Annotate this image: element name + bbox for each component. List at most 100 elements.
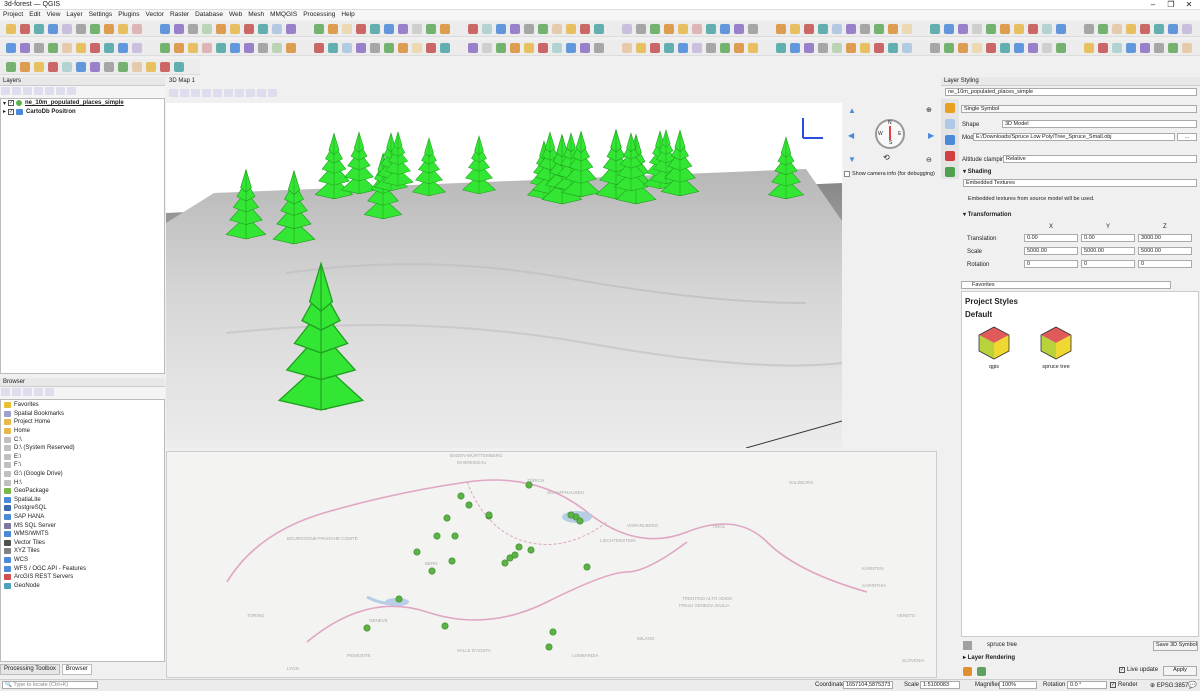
place-point[interactable] [443, 514, 451, 522]
select-icon[interactable] [552, 43, 562, 53]
pan-right-icon[interactable]: ▶ [928, 131, 934, 140]
place-point[interactable] [545, 643, 553, 651]
browser-item[interactable]: ArcGIS REST Servers [1, 573, 164, 582]
browser-item[interactable]: XYZ Tiles [1, 547, 164, 556]
place-point[interactable] [583, 563, 591, 571]
render-toggle[interactable]: ✓ Render [1110, 682, 1138, 688]
select-icon[interactable] [384, 24, 394, 34]
save-project-icon[interactable] [272, 24, 282, 34]
label-icon[interactable] [118, 43, 128, 53]
browser-item[interactable]: SAP HANA [1, 513, 164, 522]
symbology-tab-icon[interactable] [945, 103, 955, 113]
browser-item[interactable]: Spatial Bookmarks [1, 410, 164, 419]
plugin-icon[interactable] [1182, 24, 1192, 34]
new-project-icon[interactable] [6, 24, 16, 34]
place-point[interactable] [363, 624, 371, 632]
open-project-icon[interactable] [972, 24, 982, 34]
measure-icon[interactable] [776, 43, 786, 53]
place-point[interactable] [433, 532, 441, 540]
apply-button[interactable]: Apply [1163, 666, 1197, 676]
menu-item-edit[interactable]: Edit [26, 10, 43, 19]
minimize-button[interactable]: – [1144, 0, 1162, 10]
attribute-table-icon[interactable] [1112, 24, 1122, 34]
place-point[interactable] [465, 501, 473, 509]
select-icon[interactable] [1098, 24, 1108, 34]
place-point[interactable] [413, 548, 421, 556]
transform-input[interactable]: 5000.00 [1138, 247, 1192, 255]
zoom-out-icon[interactable] [174, 62, 184, 72]
layer-item[interactable]: ▸ ✓ CartoDb Positron [1, 108, 164, 117]
history-tab-icon[interactable] [945, 151, 955, 161]
open-project-icon[interactable] [426, 43, 436, 53]
pan-icon[interactable] [1000, 24, 1010, 34]
info-icon[interactable] [45, 388, 54, 396]
menu-item-mmqgis[interactable]: MMQGIS [267, 10, 300, 19]
layer-rendering-header[interactable]: ▸ Layer Rendering [963, 654, 1015, 661]
transform-input[interactable]: 5000.00 [1024, 247, 1078, 255]
open-project-icon[interactable] [734, 24, 744, 34]
plugin-icon[interactable] [398, 43, 408, 53]
menu-item-plugins[interactable]: Plugins [115, 10, 142, 19]
place-point[interactable] [457, 492, 465, 500]
digitize-icon[interactable] [440, 24, 450, 34]
python-icon[interactable] [384, 43, 394, 53]
save-project-icon[interactable] [132, 62, 142, 72]
identify-icon[interactable] [202, 89, 211, 97]
label-icon[interactable] [426, 24, 436, 34]
place-point[interactable] [451, 532, 459, 540]
plugin-icon[interactable] [944, 24, 954, 34]
save-project-icon[interactable] [440, 43, 450, 53]
zoom-out-icon[interactable] [482, 43, 492, 53]
zoom-out-icon[interactable] [314, 24, 324, 34]
place-point[interactable] [485, 511, 493, 519]
undo-icon[interactable] [963, 667, 972, 676]
attribute-table-icon[interactable] [1042, 43, 1052, 53]
layer-checkbox[interactable]: ✓ [8, 108, 15, 115]
plugin-icon[interactable] [230, 24, 240, 34]
zoom-in-icon[interactable] [62, 24, 72, 34]
model-path-input[interactable]: E:/Downloads/Spruce Low Poly/Tree_Spruce… [973, 133, 1175, 141]
zoom-out-icon[interactable] [244, 43, 254, 53]
refresh-icon[interactable] [748, 43, 758, 53]
zoom-in-icon[interactable] [160, 62, 170, 72]
new-project-icon[interactable] [1126, 43, 1136, 53]
statistics-icon[interactable] [1126, 24, 1136, 34]
measure-icon[interactable] [213, 89, 222, 97]
tilt-up-icon[interactable]: ▲ [848, 106, 856, 115]
select-icon[interactable] [314, 43, 324, 53]
zoom-out-icon[interactable] [958, 43, 968, 53]
transform-input[interactable]: 5000.00 [1081, 247, 1135, 255]
select-icon[interactable] [790, 43, 800, 53]
camera-info-row[interactable]: Show camera info (for debugging) [844, 171, 935, 177]
zoom-full-icon[interactable] [972, 43, 982, 53]
rotate-icon[interactable]: ⟲ [883, 153, 890, 162]
label-icon[interactable] [188, 24, 198, 34]
label-icon[interactable] [48, 62, 58, 72]
zoom-full-icon[interactable] [20, 43, 30, 53]
new-project-icon[interactable] [958, 24, 968, 34]
plugin-icon[interactable] [90, 62, 100, 72]
zoom-out-icon[interactable] [552, 24, 562, 34]
browser-item[interactable]: WMS/WMTS [1, 530, 164, 539]
save-project-icon[interactable] [202, 43, 212, 53]
browser-item[interactable]: GeoPackage [1, 487, 164, 496]
save-image-icon[interactable] [235, 89, 244, 97]
measure-icon[interactable] [846, 24, 856, 34]
style-search-input[interactable]: Favorites [961, 281, 1171, 289]
zoom-full-icon[interactable] [496, 43, 506, 53]
zoom-full-icon[interactable] [1042, 24, 1052, 34]
refresh-icon[interactable] [272, 43, 282, 53]
python-icon[interactable] [930, 24, 940, 34]
save-project-icon[interactable] [986, 24, 996, 34]
options-icon[interactable] [268, 89, 277, 97]
crs-button[interactable]: ⊕ EPSG:3857 [1150, 682, 1188, 689]
menu-item-settings[interactable]: Settings [86, 10, 116, 19]
open-project-icon[interactable] [188, 43, 198, 53]
browser-item[interactable]: WFS / OGC API - Features [1, 564, 164, 573]
zoom-in-icon[interactable] [776, 24, 786, 34]
maximize-button[interactable]: ❐ [1162, 0, 1180, 10]
statistics-icon[interactable] [650, 24, 660, 34]
refresh-icon[interactable] [580, 24, 590, 34]
new-project-icon[interactable] [888, 43, 898, 53]
python-icon[interactable] [216, 24, 226, 34]
